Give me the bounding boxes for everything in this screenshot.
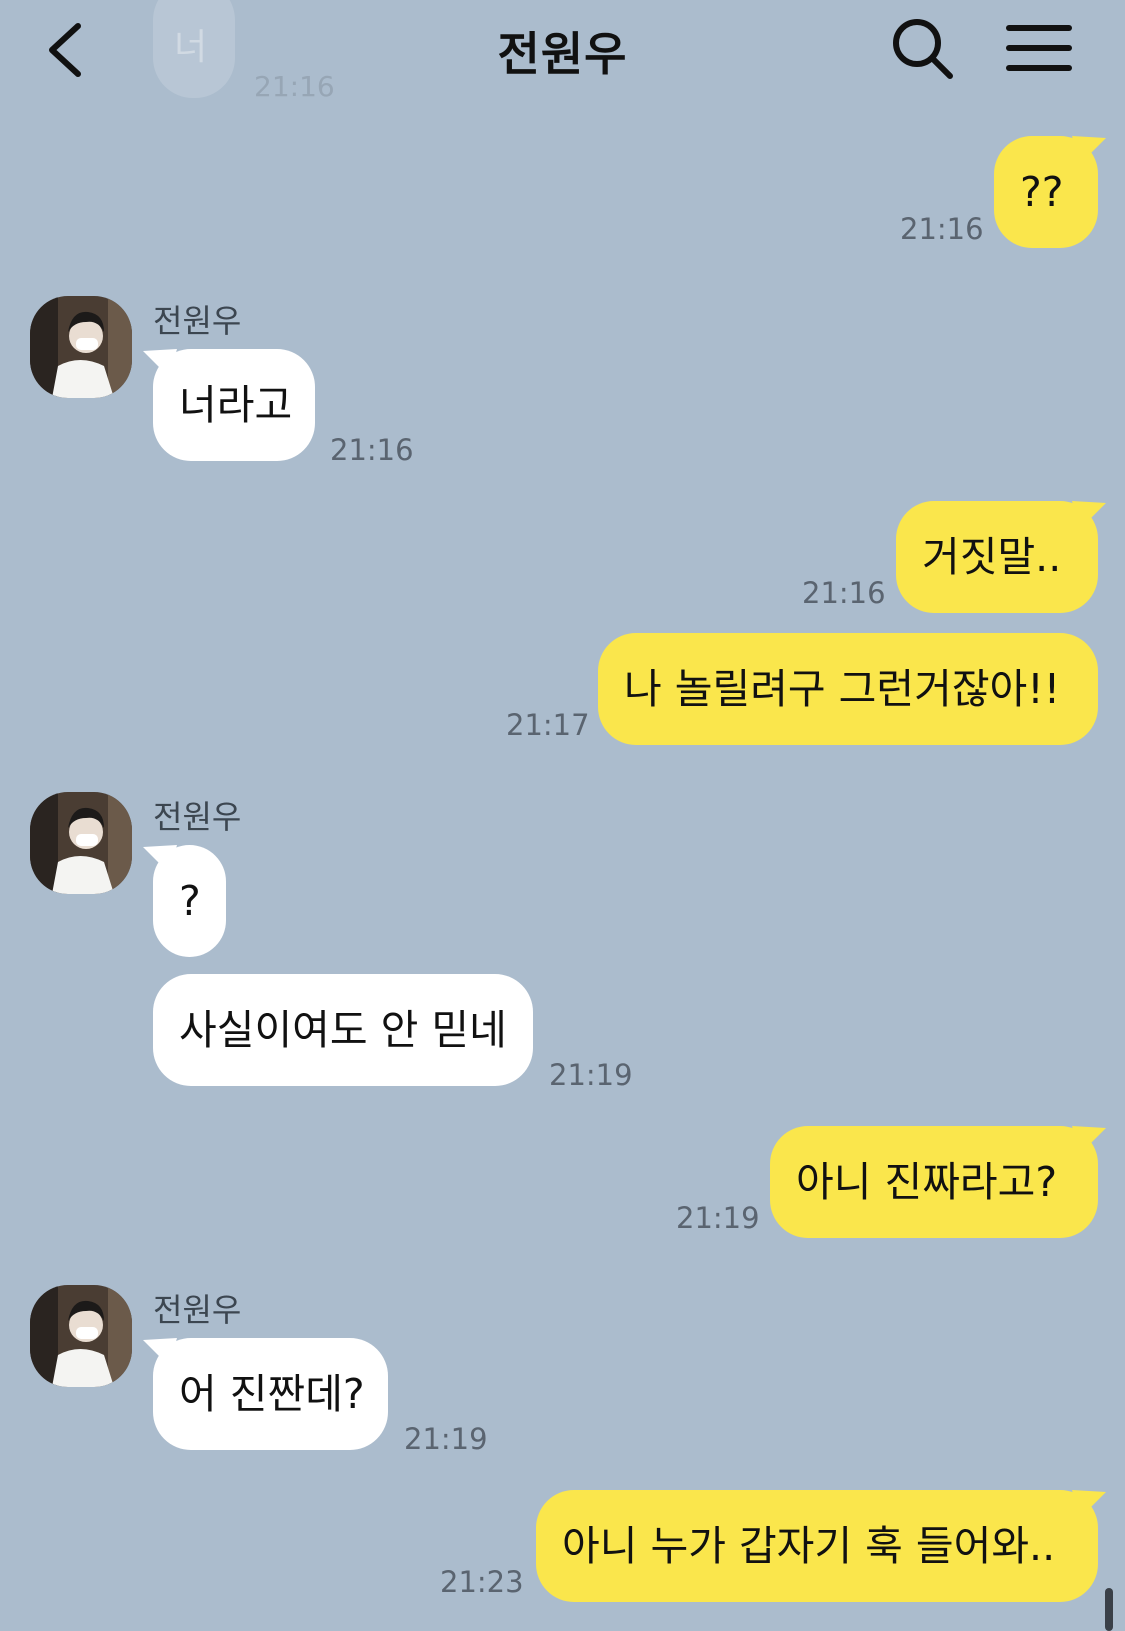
profile-photo: [30, 1285, 132, 1387]
sender-name: 전원우: [153, 1291, 242, 1329]
incoming-message-bubble[interactable]: 어 진짠데?: [153, 1338, 388, 1450]
scrollbar[interactable]: [1105, 1588, 1113, 1631]
incoming-message-bubble[interactable]: 사실이여도 안 믿네: [153, 974, 533, 1086]
profile-photo: [30, 296, 132, 398]
hamburger-menu-icon: [1006, 25, 1072, 71]
outgoing-bubble-tail: [1072, 136, 1106, 164]
message-timestamp: 21:19: [549, 1058, 633, 1092]
sender-name: 전원우: [153, 798, 242, 836]
avatar[interactable]: [30, 792, 132, 894]
message-timestamp: 21:23: [440, 1565, 524, 1599]
search-icon: [893, 19, 953, 79]
avatar[interactable]: [30, 1285, 132, 1387]
profile-photo: [30, 792, 132, 894]
avatar[interactable]: [30, 296, 132, 398]
outgoing-bubble-tail: [1072, 1490, 1106, 1518]
message-timestamp: 21:16: [900, 212, 984, 246]
incoming-bubble-tail: [143, 845, 177, 873]
menu-button[interactable]: [1006, 18, 1072, 78]
message-timestamp: 21:19: [676, 1201, 760, 1235]
sender-name: 전원우: [153, 302, 242, 340]
message-timestamp: 21:17: [506, 708, 590, 742]
incoming-message-bubble[interactable]: 너라고: [153, 349, 315, 461]
message-timestamp: 21:16: [330, 433, 414, 467]
outgoing-message-bubble[interactable]: 아니 누가 갑자기 훅 들어와..: [536, 1490, 1098, 1602]
search-button[interactable]: [888, 14, 958, 84]
outgoing-message-bubble[interactable]: 아니 진짜라고?: [770, 1126, 1098, 1238]
chat-header: 너 21:16 전원우: [0, 0, 1125, 110]
message-timestamp: 21:19: [404, 1422, 488, 1456]
outgoing-bubble-tail: [1072, 501, 1106, 529]
incoming-bubble-tail: [143, 349, 177, 377]
outgoing-message-bubble[interactable]: 나 놀릴려구 그런거잖아!!: [598, 633, 1098, 745]
outgoing-message-bubble[interactable]: 거짓말..: [896, 501, 1098, 613]
outgoing-bubble-tail: [1072, 1126, 1106, 1154]
incoming-bubble-tail: [143, 1338, 177, 1366]
message-timestamp: 21:16: [802, 576, 886, 610]
